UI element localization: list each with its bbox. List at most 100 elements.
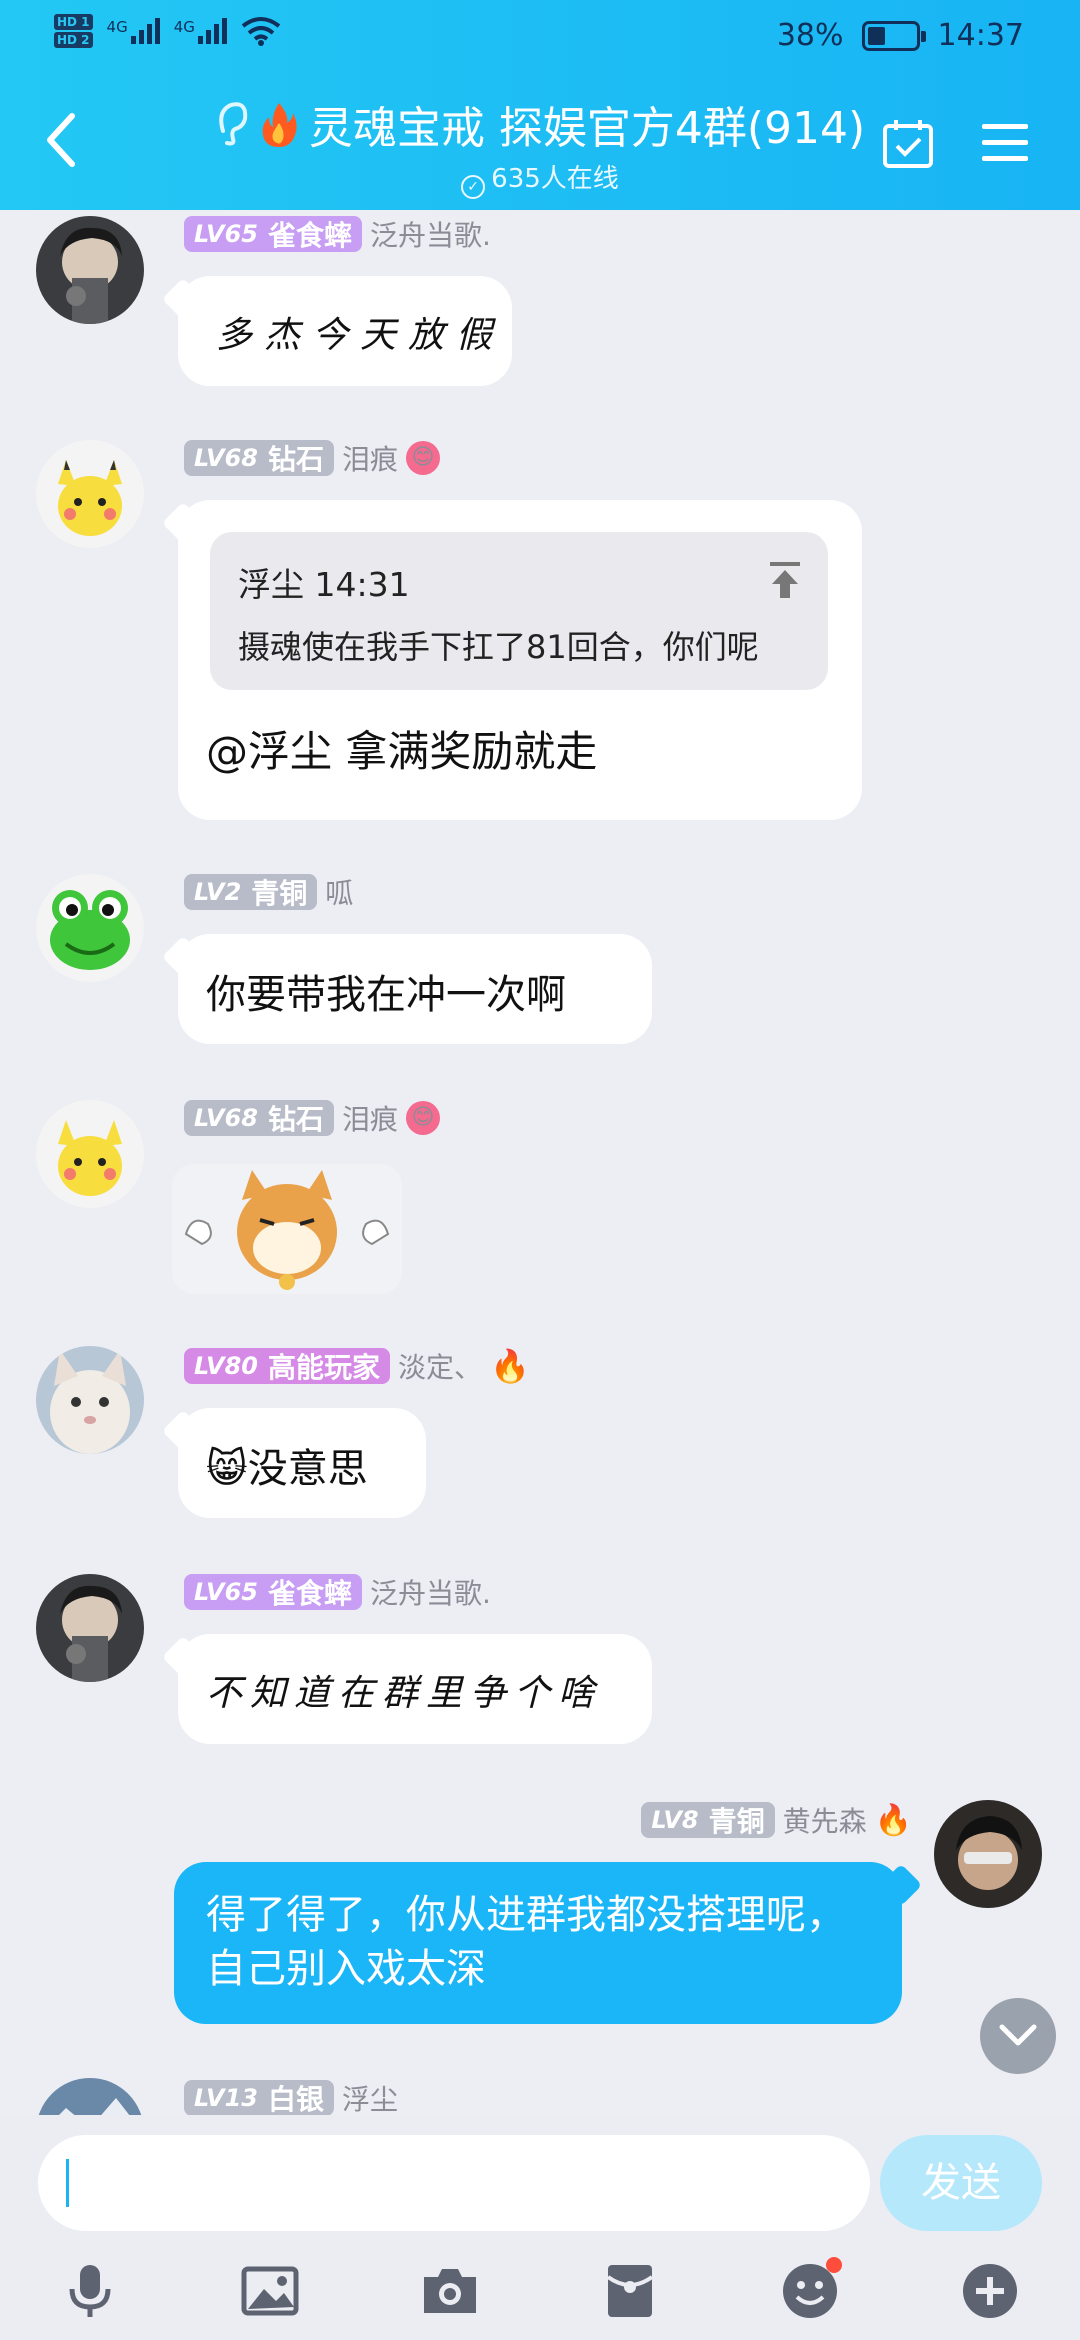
sender-meta: LV68 钻石 泪痕 😊 [184,1098,440,1138]
message-bubble[interactable]: 不知道在群里争个啥 [178,1634,652,1744]
level-label: LV8 [651,1806,699,1834]
avatar[interactable] [36,440,144,548]
doge-sticker[interactable] [172,1164,402,1294]
level-title: 高能玩家 [267,1351,380,1384]
hd1-label: HD 1 [54,14,93,30]
wifi-icon [241,17,281,46]
avatar[interactable] [36,1100,144,1208]
title-row[interactable]: 灵魂宝戒 探娱官方4群(914) [150,92,930,156]
avatar[interactable] [36,874,144,982]
level-label: LV68 [194,1104,258,1132]
online-text: 635人在线 [491,164,619,194]
level-label: LV65 [194,220,258,248]
net2-label: 4G [173,18,195,36]
jump-to-quote-icon[interactable] [768,560,802,600]
fire-icon: 🔥 [874,1802,912,1838]
status-left: HD 1 HD 2 4G 4G [54,14,281,48]
emoji-button[interactable] [780,2257,842,2321]
sender-meta: LV2 青铜 呱 [184,872,353,912]
sender-meta: LV68 钻石 泪痕 😊 [184,438,440,478]
signal-icon-1: 4G [107,18,160,44]
hd-indicators: HD 1 HD 2 [54,14,93,48]
level-label: LV68 [194,444,258,472]
my-avatar[interactable] [934,1800,1042,1908]
level-badge: LV13 白银 [184,2080,334,2115]
camera-icon[interactable] [420,2261,480,2321]
sender-meta: LV13 白银 浮尘 [184,2078,398,2115]
chevron-down-icon [999,2024,1037,2046]
signal-icon-2: 4G [174,18,227,44]
sender-name: 浮尘 [341,2083,398,2115]
sender-name: 呱 [325,877,354,910]
sender-meta: LV8 青铜 黄先森 🔥 [641,1800,912,1840]
avatar[interactable] [36,1346,144,1454]
level-title: 雀食蟀 [267,219,352,252]
level-title: 钻石 [267,443,324,476]
net1-label: 4G [106,18,128,36]
level-title: 白银 [267,2083,324,2115]
notification-dot [826,2257,842,2273]
chat-header: HD 1 HD 2 4G 4G 38% 14:37 灵魂宝戒 探娱官方4群(91… [0,0,1080,210]
fire-icon: 🔥 [490,1347,530,1385]
reply-bubble[interactable]: 浮尘 14:31 摄魂使在我手下扛了81回合，你们呢 @浮尘 拿满奖励就走 [178,500,862,820]
message-input[interactable] [38,2135,870,2231]
hd2-label: HD 2 [54,32,93,48]
text-caret [66,2159,69,2207]
sender-name: 黄先森 [782,1805,867,1838]
scroll-to-bottom-button[interactable] [980,1998,1056,2074]
message-bubble[interactable]: 多杰今天放假 [178,276,512,386]
level-title: 钻石 [267,1103,324,1136]
menu-icon[interactable] [980,120,1030,166]
online-check-icon: ✓ [461,175,486,199]
status-time: 14:37 [937,18,1024,53]
battery-percent: 38% [776,18,844,53]
flower-icon: 😊 [406,441,440,475]
sender-meta: LV80 高能玩家 淡定、 🔥 [184,1346,530,1386]
plus-icon[interactable] [960,2261,1020,2321]
toolbar [0,2253,1080,2333]
sender-meta: LV65 雀食蟀 泛舟当歌. [184,214,491,254]
message-bubble[interactable]: 😸没意思 [178,1408,426,1518]
red-packet-icon[interactable] [600,2261,660,2321]
level-label: LV65 [194,1578,258,1606]
image-icon[interactable] [240,2261,300,2321]
avatar[interactable] [36,216,144,324]
microphone-icon[interactable] [60,2261,120,2321]
level-title: 雀食蟀 [267,1577,352,1610]
flower-icon: 😊 [406,1101,440,1135]
status-right: 38% 14:37 [777,18,1024,53]
send-button[interactable]: 发送 [880,2135,1042,2231]
message-bubble[interactable]: 你要带我在冲一次啊 [178,934,652,1044]
level-title: 青铜 [708,1805,765,1838]
level-title: 青铜 [251,877,308,910]
quoted-message[interactable]: 浮尘 14:31 摄魂使在我手下扛了81回合，你们呢 [210,532,828,690]
battery-icon [861,20,926,51]
message-text: 没意思 [247,1446,368,1492]
level-badge: LV2 青铜 [184,874,318,910]
level-label: LV2 [194,878,242,906]
sender-name: 泪痕 [341,443,398,476]
quote-body: 摄魂使在我手下扛了81回合，你们呢 [238,628,759,666]
avatar[interactable] [36,1574,144,1682]
face-emoji-icon: 😸 [206,1446,248,1492]
status-bar: HD 1 HD 2 4G 4G 38% 14:37 [0,0,1080,76]
message-text: @浮尘 拿满奖励就走 [206,727,598,776]
level-label: LV13 [194,2084,258,2112]
level-badge: LV65 雀食蟀 [184,1574,362,1610]
sender-name: 淡定、 [397,1351,482,1384]
level-label: LV80 [194,1352,258,1380]
composer: 发送 [0,2115,1080,2340]
calendar-check-icon[interactable] [882,118,934,170]
my-message-bubble[interactable]: 得了得了，你从进群我都没搭理呢，自己别入戏太深 [174,1862,902,2024]
sender-name: 泪痕 [341,1103,398,1136]
level-badge: LV68 钻石 [184,1100,334,1136]
sender-name: 泛舟当歌. [369,219,491,252]
ear-icon [219,102,248,146]
level-badge: LV68 钻石 [184,440,334,476]
sender-meta: LV65 雀食蟀 泛舟当歌. [184,1572,491,1612]
avatar[interactable] [36,2078,144,2115]
fire-icon [262,103,297,147]
level-badge: LV65 雀食蟀 [184,216,362,252]
quote-header: 浮尘 14:31 [238,565,410,604]
message-list[interactable]: LV65 雀食蟀 泛舟当歌. 多杰今天放假 LV68 钻石 泪痕 😊 浮尘 14… [0,210,1080,2115]
